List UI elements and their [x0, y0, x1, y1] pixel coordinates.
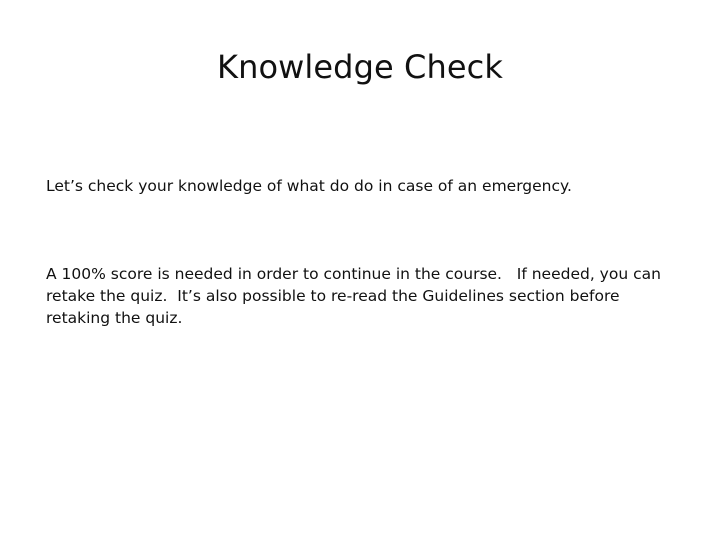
instructions-paragraph: A 100% score is needed in order to conti…: [46, 265, 666, 327]
slide-canvas: Knowledge Check Let’s check your knowled…: [0, 0, 720, 540]
page-title: Knowledge Check: [216, 48, 503, 86]
intro-paragraph: Let’s check your knowledge of what do do…: [46, 177, 572, 195]
slide-body: Let’s check your knowledge of what do do…: [46, 131, 686, 373]
